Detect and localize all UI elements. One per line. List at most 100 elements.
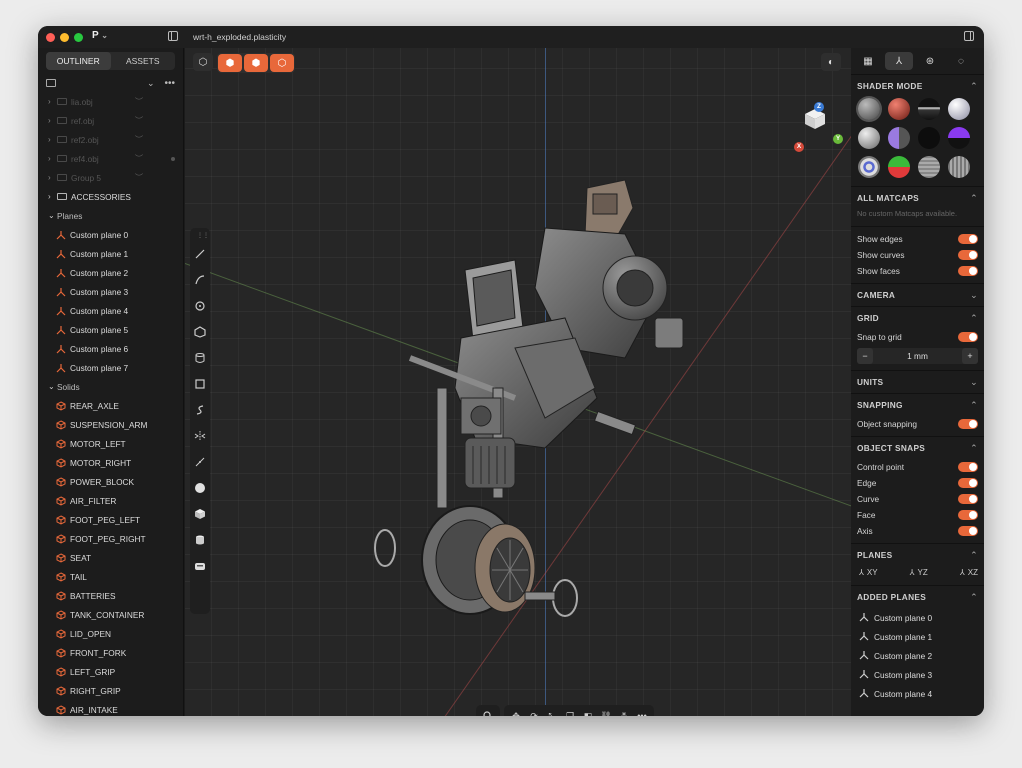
list-item[interactable]: › ACCESSORIES bbox=[38, 187, 183, 206]
solid-list-item[interactable]: LID_OPEN bbox=[38, 624, 183, 643]
gizmo-y-axis[interactable]: Y bbox=[833, 134, 843, 144]
gizmo-x-axis[interactable]: X bbox=[794, 142, 804, 152]
increment-button[interactable]: + bbox=[962, 348, 978, 364]
shader-swatch[interactable] bbox=[948, 127, 970, 149]
solid-list-item[interactable]: BATTERIES bbox=[38, 586, 183, 605]
solids-group-header[interactable]: ⌄ Solids bbox=[38, 377, 183, 396]
added-plane-item[interactable]: Custom plane 4 bbox=[857, 684, 978, 703]
shader-swatch[interactable] bbox=[858, 98, 880, 120]
show-faces-toggle[interactable] bbox=[958, 266, 978, 276]
shader-swatch[interactable] bbox=[948, 98, 970, 120]
grid-size-value[interactable]: 1 mm bbox=[873, 351, 962, 361]
snap-axis-toggle[interactable] bbox=[958, 526, 978, 536]
planes-group-header[interactable]: ⌄ Planes bbox=[38, 206, 183, 225]
render-mode-icon[interactable]: ◐ bbox=[821, 53, 841, 71]
snap-face-toggle[interactable] bbox=[958, 510, 978, 520]
chevron-down-icon[interactable]: ⌄ bbox=[147, 78, 155, 89]
plane-list-item[interactable]: Custom plane 3 bbox=[38, 282, 183, 301]
shader-swatch[interactable] bbox=[858, 127, 880, 149]
toggle-right-panel-icon[interactable] bbox=[964, 31, 974, 41]
motorbike-model[interactable] bbox=[365, 148, 685, 618]
group-icon[interactable]: ⁂ bbox=[617, 709, 631, 717]
solid-list-item[interactable]: MOTOR_RIGHT bbox=[38, 453, 183, 472]
shader-swatch[interactable] bbox=[888, 127, 910, 149]
solid-list-item[interactable]: REAR_AXLE bbox=[38, 396, 183, 415]
select-body-icon[interactable]: ⬡ bbox=[270, 54, 294, 72]
rotate-icon[interactable]: ⟳ bbox=[527, 709, 541, 717]
shader-swatch[interactable] bbox=[948, 156, 970, 178]
link-icon[interactable]: ⛓ bbox=[599, 709, 613, 717]
snap-edge-toggle[interactable] bbox=[958, 478, 978, 488]
list-item[interactable]: › Group 5 ︶ bbox=[38, 168, 183, 187]
chevron-down-icon[interactable]: ⌄ bbox=[970, 290, 978, 301]
plane-list-item[interactable]: Custom plane 4 bbox=[38, 301, 183, 320]
chevron-up-icon[interactable]: ⌃ bbox=[970, 313, 978, 324]
chevron-down-icon[interactable]: ⌄ bbox=[970, 377, 978, 388]
hidden-icon[interactable]: ︶ bbox=[135, 172, 143, 183]
added-plane-item[interactable]: Custom plane 2 bbox=[857, 646, 978, 665]
solid-list-item[interactable]: AIR_INTAKE bbox=[38, 700, 183, 716]
grid-view-icon[interactable]: ▦ bbox=[854, 52, 882, 70]
plane-xy-button[interactable]: ⅄ XY bbox=[859, 568, 878, 577]
chevron-up-icon[interactable]: ⌃ bbox=[970, 81, 978, 92]
new-folder-icon[interactable] bbox=[46, 79, 56, 87]
circle-tool-icon[interactable] bbox=[194, 300, 206, 312]
plane-list-item[interactable]: Custom plane 1 bbox=[38, 244, 183, 263]
maximize-window-button[interactable] bbox=[74, 33, 83, 42]
solid-list-item[interactable]: FOOT_PEG_LEFT bbox=[38, 510, 183, 529]
more-options-icon[interactable]: ••• bbox=[635, 709, 649, 716]
sketch-tool-icon[interactable] bbox=[194, 456, 206, 468]
spiral-tool-icon[interactable] bbox=[194, 404, 206, 416]
solid-list-item[interactable]: SEAT bbox=[38, 548, 183, 567]
list-item[interactable]: › ref4.obj ︶ bbox=[38, 149, 183, 168]
chevron-up-icon[interactable]: ⌃ bbox=[970, 400, 978, 411]
hidden-icon[interactable]: ︶ bbox=[135, 153, 143, 164]
scale-icon[interactable]: ⤡ bbox=[545, 709, 559, 717]
snap-control-point-toggle[interactable] bbox=[958, 462, 978, 472]
solid-list-item[interactable]: SUSPENSION_ARM bbox=[38, 415, 183, 434]
gizmo-z-axis[interactable]: Z bbox=[814, 102, 824, 112]
decrement-button[interactable]: − bbox=[857, 348, 873, 364]
shader-swatch[interactable] bbox=[918, 156, 940, 178]
minimize-window-button[interactable] bbox=[60, 33, 69, 42]
environment-icon[interactable]: ◌ bbox=[947, 52, 975, 70]
chevron-up-icon[interactable]: ⌃ bbox=[970, 592, 978, 603]
box-tool-icon[interactable] bbox=[194, 508, 206, 520]
list-item[interactable]: › ref2.obj ︶ bbox=[38, 130, 183, 149]
polygon-tool-icon[interactable] bbox=[194, 326, 206, 338]
list-item[interactable]: › ref.obj ︶ bbox=[38, 111, 183, 130]
plane-list-item[interactable]: Custom plane 6 bbox=[38, 339, 183, 358]
rectangle-tool-icon[interactable] bbox=[194, 378, 206, 390]
solid-list-item[interactable]: POWER_BLOCK bbox=[38, 472, 183, 491]
show-edges-toggle[interactable] bbox=[958, 234, 978, 244]
list-item[interactable]: › lia.obj ︶ bbox=[38, 92, 183, 111]
plane-list-item[interactable]: Custom plane 7 bbox=[38, 358, 183, 377]
select-solid-icon[interactable]: ⬢ bbox=[244, 54, 268, 72]
solid-list-item[interactable]: LEFT_GRIP bbox=[38, 662, 183, 681]
move-icon[interactable]: ✥ bbox=[509, 709, 523, 717]
hidden-icon[interactable]: ︶ bbox=[135, 134, 143, 145]
cylinder-tool-icon[interactable] bbox=[194, 352, 206, 364]
tab-outliner[interactable]: OUTLINER bbox=[46, 52, 111, 70]
more-options-icon[interactable]: ••• bbox=[164, 78, 175, 89]
added-plane-item[interactable]: Custom plane 1 bbox=[857, 627, 978, 646]
3d-viewport[interactable]: ⬡ ⬢ ⬢ ⬡ ◐ Z X Y ⋮⋮ ✥ ⟳ ⤡ ❐ ◧ ⛓ ⁂ ••• bbox=[185, 48, 851, 716]
search-icon[interactable] bbox=[481, 709, 495, 716]
axes-icon[interactable]: ⅄ bbox=[885, 52, 913, 70]
shader-swatch[interactable] bbox=[918, 127, 940, 149]
chevron-up-icon[interactable]: ⌃ bbox=[970, 443, 978, 454]
boolean-icon[interactable]: ◧ bbox=[581, 709, 595, 717]
hidden-icon[interactable]: ︶ bbox=[135, 115, 143, 126]
show-curves-toggle[interactable] bbox=[958, 250, 978, 260]
shader-swatch[interactable] bbox=[918, 98, 940, 120]
added-plane-item[interactable]: Custom plane 3 bbox=[857, 665, 978, 684]
shader-swatch[interactable] bbox=[858, 156, 880, 178]
solid-list-item[interactable]: FOOT_PEG_RIGHT bbox=[38, 529, 183, 548]
object-snapping-toggle[interactable] bbox=[958, 419, 978, 429]
line-tool-icon[interactable] bbox=[194, 248, 206, 260]
solid-list-item[interactable]: AIR_FILTER bbox=[38, 491, 183, 510]
added-plane-item[interactable]: Custom plane 0 bbox=[857, 608, 978, 627]
drag-handle-icon[interactable]: ⋮⋮ bbox=[197, 232, 209, 239]
sphere-tool-icon[interactable] bbox=[194, 482, 206, 494]
toggle-sidebar-icon[interactable] bbox=[168, 31, 178, 41]
